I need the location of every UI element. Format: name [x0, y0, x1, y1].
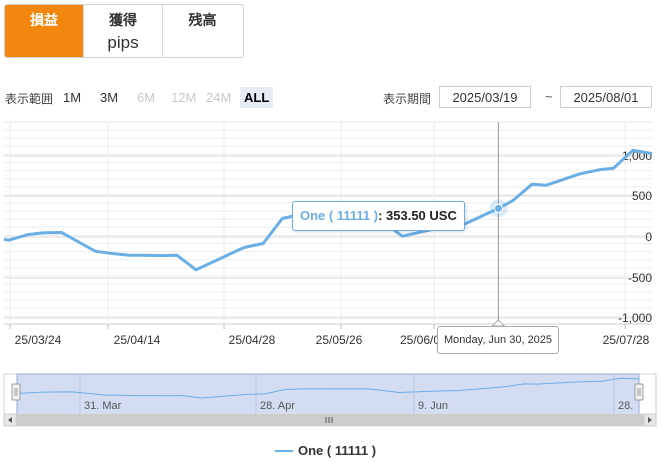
range-button-12m[interactable]: 12M [167, 87, 200, 108]
range-button-1m[interactable]: 1M [59, 87, 85, 108]
tab-pips[interactable]: 獲得 pips [84, 5, 163, 57]
navigator-label: 28. [618, 400, 633, 412]
highlight-point [493, 203, 503, 213]
crosshair-date-label: Monday, Jun 30, 2025 [437, 326, 560, 354]
navigator-frame [3, 373, 657, 415]
tab-label: 獲得 [109, 12, 137, 28]
navigator-grid [79, 374, 615, 414]
highlight-halo [489, 199, 508, 218]
tooltip-series: One ( 11111 ) [300, 208, 379, 223]
y-tick-label: 500 [632, 189, 652, 203]
legend-swatch [275, 449, 293, 452]
y-tick-label: -1,000 [618, 311, 652, 325]
tab-balance[interactable]: 残高 [163, 5, 242, 57]
navigator-label: 28. Apr [260, 400, 295, 412]
scroll-right-icon [648, 417, 652, 423]
range-label: 表示範囲 [5, 92, 54, 106]
navigator-handle-right [634, 383, 644, 401]
x-tick-label: 25/04/28 [229, 333, 276, 347]
legend-item[interactable]: One ( 11111 ) [275, 443, 376, 458]
y-tick-label: 0 [645, 230, 652, 244]
tooltip-separator: : [378, 208, 387, 223]
legend-label: One ( 11111 ) [298, 443, 377, 458]
scroll-left-icon [8, 417, 12, 423]
y-tick-label: 1,000 [622, 149, 652, 163]
x-tick-label: 25/04/14 [114, 333, 161, 347]
range-button-all[interactable]: ALL [240, 87, 274, 108]
navigator-label: 9. Jun [418, 400, 448, 412]
range-button-3m[interactable]: 3M [96, 87, 122, 108]
scrollbar-left-arrow [3, 413, 17, 427]
view-tabs: 損益 獲得 pips 残高 [4, 4, 244, 58]
navigator-series-line [16, 377, 640, 399]
x-tick-label: 25/07/28 [603, 333, 650, 347]
tab-label: 残高 [188, 12, 217, 28]
point-tooltip: One ( 11111 ): 353.50 USC [292, 201, 465, 231]
navigator-label: 31. Mar [84, 400, 122, 412]
navigator-labels: 31. Mar 28. Apr 9. Jun 28. [84, 400, 633, 412]
x-tick-label: 25/06/0 [400, 333, 440, 347]
date-to-input[interactable] [560, 86, 652, 108]
profit-line-chart: 1,000 500 0 -500 -1,000 25/03/24 25/04/14 25/0… [3, 121, 657, 427]
tab-sublabel: pips [107, 33, 139, 52]
tab-profit-loss[interactable]: 損益 [5, 5, 84, 57]
tab-label: 損益 [30, 12, 58, 28]
navigator-selection [16, 373, 640, 415]
y-axis: 1,000 500 0 -500 -1,000 [618, 149, 652, 325]
scrollbar-thumb [16, 414, 644, 426]
scrollbar-track [3, 413, 657, 427]
tooltip-value: 353.50 USC [386, 208, 457, 223]
period-separator: ~ [545, 89, 553, 104]
x-tick-label: 25/03/24 [15, 333, 62, 347]
x-tick-label: 25/05/26 [316, 333, 363, 347]
range-button-24m[interactable]: 24M [202, 87, 235, 108]
scrollbar-right-arrow [643, 413, 657, 427]
date-from-input[interactable] [439, 86, 531, 108]
period-label: 表示期間 [383, 92, 432, 106]
y-tick-label: -500 [628, 271, 652, 285]
navigator-handle-left [11, 383, 21, 401]
range-button-6m[interactable]: 6M [133, 87, 159, 108]
